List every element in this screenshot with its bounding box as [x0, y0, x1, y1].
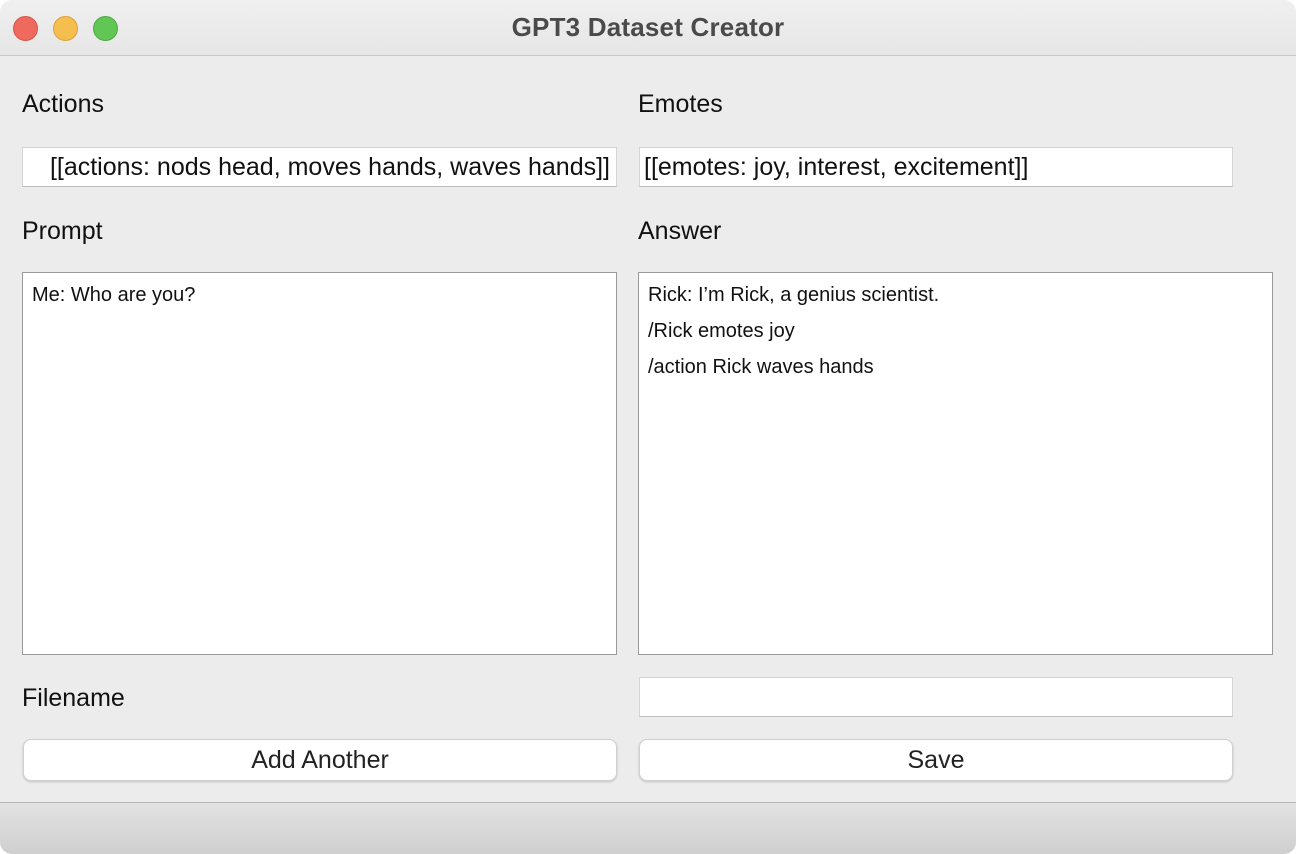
prompt-line: Me: Who are you?	[32, 284, 196, 306]
window-bottom-bar	[0, 802, 1296, 854]
prompt-textarea[interactable]: Me: Who are you?	[22, 272, 617, 655]
actions-value: [[actions: nods head, moves hands, waves…	[49, 153, 610, 181]
actions-field[interactable]: [[actions: nods head, moves hands, waves…	[22, 147, 617, 187]
window-title: GPT3 Dataset Creator	[511, 12, 785, 42]
emotes-value: [[emotes: joy, interest, excitement]]	[644, 153, 1029, 181]
emotes-field[interactable]: [[emotes: joy, interest, excitement]]	[639, 147, 1233, 187]
answer-line: /Rick emotes joy	[648, 320, 795, 342]
answer-line: Rick: I’m Rick, a genius scientist.	[648, 284, 940, 306]
title-bar[interactable]: GPT3 Dataset Creator	[0, 0, 1296, 56]
filename-label: Filename	[22, 684, 125, 712]
answer-textarea[interactable]: Rick: I’m Rick, a genius scientist. /Ric…	[638, 272, 1273, 655]
filename-field[interactable]	[639, 677, 1233, 717]
answer-label: Answer	[638, 217, 722, 245]
app-window: GPT3 Dataset Creator Actions [[actions: …	[0, 0, 1296, 854]
emotes-label: Emotes	[638, 90, 723, 118]
add-another-button[interactable]: Add Another	[23, 739, 617, 781]
prompt-label: Prompt	[22, 217, 103, 245]
save-button[interactable]: Save	[639, 739, 1233, 781]
actions-label: Actions	[22, 90, 104, 118]
answer-line: /action Rick waves hands	[648, 356, 874, 378]
